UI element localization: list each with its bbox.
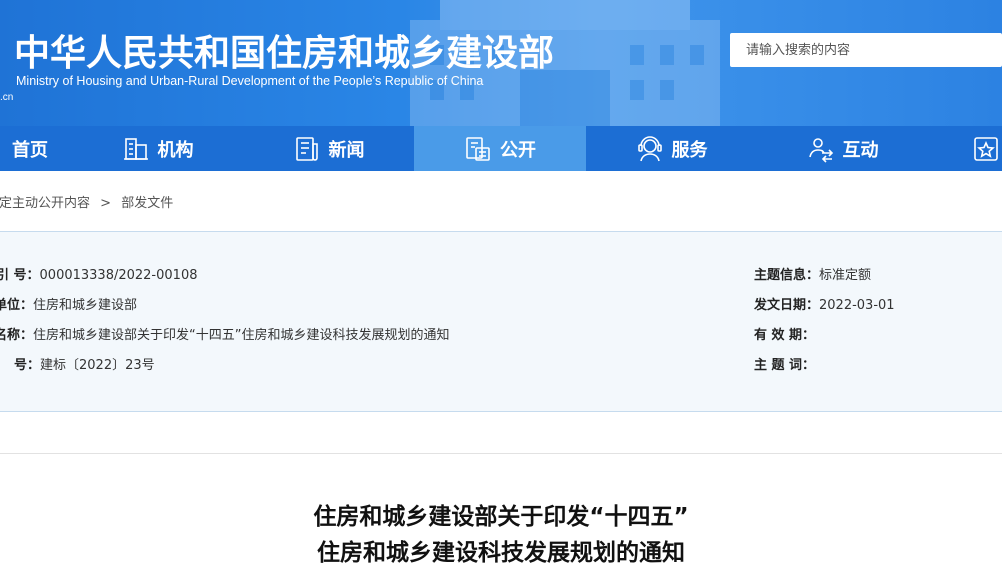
page: 中华人民共和国住房和城乡建设部 Ministry of Housing and … — [0, 0, 1002, 581]
nav-item-label: 服务 — [671, 139, 708, 161]
meta-value: 住房和城乡建设部 — [33, 298, 138, 313]
nav-item-more[interactable] — [970, 126, 1002, 171]
meta-value: 住房和城乡建设部关于印发“十四五”住房和城乡建设科技发展规划的通知 — [33, 328, 450, 343]
search-box — [730, 33, 1002, 67]
meta-issue-date: 发文日期：2022-03-01 — [754, 294, 895, 313]
nav-item-label: 互动 — [842, 139, 879, 161]
meta-value: 000013338/2022-00108 — [39, 268, 198, 283]
document-metadata-panel: 引 号：000013338/2022-00108 单位：住房和城乡建设部 名称：… — [0, 231, 1002, 412]
meta-label: 主题信息： — [754, 268, 820, 283]
star-icon — [974, 136, 998, 161]
organization-icon — [123, 137, 148, 160]
public-info-icon — [466, 136, 490, 161]
site-subtitle: Ministry of Housing and Urban-Rural Deve… — [16, 74, 484, 88]
nav-item-label: 首页 — [12, 139, 48, 161]
service-icon — [637, 135, 662, 161]
breadcrumb: 法定主动公开内容 > 部发文件 — [0, 192, 173, 211]
meta-index-number: 引 号：000013338/2022-00108 — [0, 264, 197, 283]
meta-label: 单位： — [0, 298, 34, 313]
nav-item-public[interactable]: 公开 — [414, 126, 586, 171]
meta-value: 建标〔2022〕23号 — [40, 358, 155, 373]
site-header: 中华人民共和国住房和城乡建设部 Ministry of Housing and … — [0, 0, 1002, 126]
meta-validity: 有 效 期： — [754, 324, 815, 343]
meta-label: 发文日期： — [754, 298, 820, 313]
meta-label: 有 效 期： — [754, 328, 816, 343]
nav-item-news[interactable]: 新闻 — [243, 126, 414, 171]
document-title-line-2: 住房和城乡建设科技发展规划的通知 — [317, 540, 685, 566]
main-nav: 首页 机构 新闻 公开 服务 互动 — [0, 126, 1002, 171]
site-title[interactable]: 中华人民共和国住房和城乡建设部 — [14, 24, 554, 76]
meta-label: 名称： — [0, 328, 34, 343]
meta-label: 号： — [14, 358, 41, 373]
nav-item-interaction[interactable]: 互动 — [757, 126, 928, 171]
meta-label: 主 题 词： — [754, 358, 816, 373]
meta-topic: 主题信息：标准定额 — [754, 264, 871, 283]
breadcrumb-item-dept-docs[interactable]: 部发文件 — [121, 196, 173, 211]
news-icon — [295, 136, 318, 161]
meta-doc-number: 号：建标〔2022〕23号 — [14, 354, 155, 373]
nav-item-organization[interactable]: 机构 — [72, 126, 243, 171]
interaction-icon — [808, 137, 833, 163]
nav-item-home[interactable]: 首页 — [0, 126, 70, 171]
nav-item-label: 新闻 — [328, 139, 365, 161]
meta-value: 2022-03-01 — [819, 298, 895, 313]
section-divider — [0, 453, 1002, 454]
meta-label: 引 号： — [0, 268, 40, 283]
breadcrumb-item-public-content[interactable]: 法定主动公开内容 — [0, 196, 90, 211]
document-title-line-1: 住房和城乡建设部关于印发“十四五” — [313, 504, 689, 530]
meta-issuer: 单位：住房和城乡建设部 — [0, 294, 137, 313]
meta-keywords: 主 题 词： — [754, 354, 815, 373]
nav-item-label: 公开 — [500, 139, 536, 161]
nav-item-service[interactable]: 服务 — [586, 126, 757, 171]
meta-doc-name: 名称：住房和城乡建设部关于印发“十四五”住房和城乡建设科技发展规划的通知 — [0, 324, 450, 343]
meta-value: 标准定额 — [819, 268, 872, 283]
search-input[interactable] — [730, 33, 1002, 67]
domain-fragment: .cn — [0, 92, 14, 103]
breadcrumb-separator: > — [100, 196, 112, 211]
nav-item-label: 机构 — [157, 139, 194, 161]
